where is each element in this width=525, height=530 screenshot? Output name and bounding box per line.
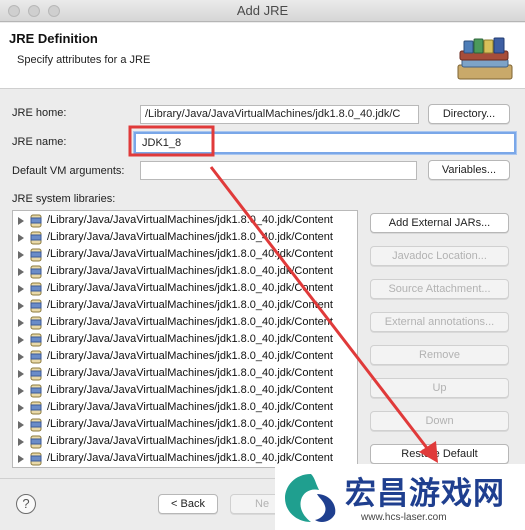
jar-icon <box>30 435 42 449</box>
list-item[interactable]: /Library/Java/JavaVirtualMachines/jdk1.8… <box>13 349 357 366</box>
jar-icon <box>30 384 42 398</box>
library-path: /Library/Java/JavaVirtualMachines/jdk1.8… <box>47 401 333 413</box>
dialog-header: JRE Definition Specify attributes for a … <box>0 23 525 89</box>
zoom-window-button[interactable] <box>48 5 60 17</box>
watermark-text: 宏昌游戏网 <box>345 476 505 511</box>
expand-triangle-icon[interactable] <box>18 234 24 242</box>
expand-triangle-icon[interactable] <box>18 268 24 276</box>
list-item[interactable]: /Library/Java/JavaVirtualMachines/jdk1.8… <box>13 332 357 349</box>
expand-triangle-icon[interactable] <box>18 438 24 446</box>
window-title: Add JRE <box>236 3 289 18</box>
library-path: /Library/Java/JavaVirtualMachines/jdk1.8… <box>47 333 333 345</box>
jar-icon <box>30 452 42 466</box>
expand-triangle-icon[interactable] <box>18 285 24 293</box>
javadoc-location-button[interactable]: Javadoc Location... <box>370 246 509 266</box>
external-annotations-button[interactable]: External annotations... <box>370 312 509 332</box>
watermark-logo <box>285 474 336 522</box>
header-title: JRE Definition <box>9 31 98 46</box>
library-path: /Library/Java/JavaVirtualMachines/jdk1.8… <box>47 452 333 464</box>
list-item[interactable]: /Library/Java/JavaVirtualMachines/jdk1.8… <box>13 434 357 451</box>
list-item[interactable]: /Library/Java/JavaVirtualMachines/jdk1.8… <box>13 417 357 434</box>
remove-button[interactable]: Remove <box>370 345 509 365</box>
list-item[interactable]: /Library/Java/JavaVirtualMachines/jdk1.8… <box>13 298 357 315</box>
expand-triangle-icon[interactable] <box>18 302 24 310</box>
source-attachment-button[interactable]: Source Attachment... <box>370 279 509 299</box>
library-path: /Library/Java/JavaVirtualMachines/jdk1.8… <box>47 265 333 277</box>
library-path: /Library/Java/JavaVirtualMachines/jdk1.8… <box>47 214 333 226</box>
list-item[interactable]: /Library/Java/JavaVirtualMachines/jdk1.8… <box>13 230 357 247</box>
library-path: /Library/Java/JavaVirtualMachines/jdk1.8… <box>47 231 333 243</box>
jar-icon <box>30 231 42 245</box>
library-tree[interactable]: /Library/Java/JavaVirtualMachines/jdk1.8… <box>12 210 358 468</box>
expand-triangle-icon[interactable] <box>18 336 24 344</box>
jar-icon <box>30 316 42 330</box>
jre-name-label: JRE name: <box>12 136 67 148</box>
up-button[interactable]: Up <box>370 378 509 398</box>
list-item[interactable]: /Library/Java/JavaVirtualMachines/jdk1.8… <box>13 383 357 400</box>
vm-args-label: Default VM arguments: <box>12 165 125 177</box>
jre-name-field[interactable]: JDK1_8 <box>134 132 516 154</box>
expand-triangle-icon[interactable] <box>18 370 24 378</box>
jar-icon <box>30 248 42 262</box>
list-item[interactable]: /Library/Java/JavaVirtualMachines/jdk1.8… <box>13 400 357 417</box>
help-icon[interactable]: ? <box>16 494 36 514</box>
minimize-window-button[interactable] <box>28 5 40 17</box>
title-bar: Add JRE <box>0 0 525 22</box>
close-window-button[interactable] <box>8 5 20 17</box>
library-path: /Library/Java/JavaVirtualMachines/jdk1.8… <box>47 367 333 379</box>
list-item[interactable]: /Library/Java/JavaVirtualMachines/jdk1.8… <box>13 264 357 281</box>
header-subtitle: Specify attributes for a JRE <box>17 54 151 66</box>
add-external-jars-button[interactable]: Add External JARs... <box>370 213 509 233</box>
expand-triangle-icon[interactable] <box>18 353 24 361</box>
library-path: /Library/Java/JavaVirtualMachines/jdk1.8… <box>47 418 333 430</box>
list-item[interactable]: /Library/Java/JavaVirtualMachines/jdk1.8… <box>13 213 357 230</box>
jar-icon <box>30 401 42 415</box>
library-path: /Library/Java/JavaVirtualMachines/jdk1.8… <box>47 316 333 328</box>
jre-home-field[interactable]: /Library/Java/JavaVirtualMachines/jdk1.8… <box>140 105 419 124</box>
directory-button[interactable]: Directory... <box>428 104 510 124</box>
libraries-label: JRE system libraries: <box>12 193 116 205</box>
list-item[interactable]: /Library/Java/JavaVirtualMachines/jdk1.8… <box>13 281 357 298</box>
watermark-url: www.hcs-laser.com <box>361 512 447 523</box>
list-item[interactable]: /Library/Java/JavaVirtualMachines/jdk1.8… <box>13 366 357 383</box>
jar-icon <box>30 333 42 347</box>
library-path: /Library/Java/JavaVirtualMachines/jdk1.8… <box>47 435 333 447</box>
jar-icon <box>30 350 42 364</box>
library-path: /Library/Java/JavaVirtualMachines/jdk1.8… <box>47 282 333 294</box>
expand-triangle-icon[interactable] <box>18 319 24 327</box>
list-item[interactable]: /Library/Java/JavaVirtualMachines/jdk1.8… <box>13 247 357 264</box>
library-path: /Library/Java/JavaVirtualMachines/jdk1.8… <box>47 248 333 260</box>
library-path: /Library/Java/JavaVirtualMachines/jdk1.8… <box>47 350 333 362</box>
jar-icon <box>30 265 42 279</box>
jre-home-label: JRE home: <box>12 107 67 119</box>
expand-triangle-icon[interactable] <box>18 421 24 429</box>
jar-icon <box>30 214 42 228</box>
jar-icon <box>30 282 42 296</box>
jar-icon <box>30 367 42 381</box>
jar-icon <box>30 418 42 432</box>
books-icon <box>457 37 513 80</box>
restore-default-button[interactable]: Restore Default <box>370 444 509 464</box>
list-item[interactable]: /Library/Java/JavaVirtualMachines/jdk1.8… <box>13 315 357 332</box>
expand-triangle-icon[interactable] <box>18 455 24 463</box>
expand-triangle-icon[interactable] <box>18 387 24 395</box>
expand-triangle-icon[interactable] <box>18 217 24 225</box>
expand-triangle-icon[interactable] <box>18 404 24 412</box>
jar-icon <box>30 299 42 313</box>
variables-button[interactable]: Variables... <box>428 160 510 180</box>
down-button[interactable]: Down <box>370 411 509 431</box>
library-path: /Library/Java/JavaVirtualMachines/jdk1.8… <box>47 384 333 396</box>
library-path: /Library/Java/JavaVirtualMachines/jdk1.8… <box>47 299 333 311</box>
back-button[interactable]: < Back <box>158 494 218 514</box>
vm-args-field[interactable] <box>140 161 417 180</box>
watermark: 宏昌游戏网 www.hcs-laser.com <box>275 464 525 530</box>
expand-triangle-icon[interactable] <box>18 251 24 259</box>
